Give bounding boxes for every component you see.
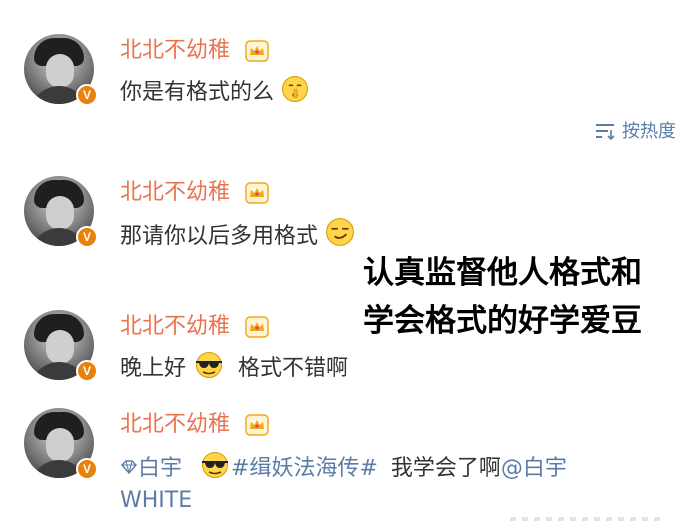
- author-name[interactable]: 北北不幼稚: [120, 314, 230, 340]
- crown-badge-icon: [245, 182, 269, 204]
- author-name[interactable]: 北北不幼稚: [120, 180, 230, 206]
- mention-link-2-continued[interactable]: WHITE: [120, 487, 192, 515]
- loading-divider: [510, 517, 660, 521]
- author-name[interactable]: 北北不幼稚: [120, 38, 230, 64]
- mention-link[interactable]: 白宇: [138, 456, 182, 481]
- crown-badge-icon: [245, 40, 269, 62]
- comment-text: 白宇 #缉妖法海传# 我学会了啊@白宇: [120, 451, 567, 483]
- verified-v-icon: V: [76, 84, 98, 106]
- crown-badge-icon: [245, 316, 269, 338]
- mention-link-2[interactable]: @白宇: [501, 456, 567, 481]
- comment-text: 晚上好 格式不错啊: [120, 351, 348, 383]
- comment-body: 那请你以后多用格式: [120, 224, 319, 249]
- author-name[interactable]: 北北不幼稚: [120, 412, 230, 438]
- comment-text: 那请你以后多用格式: [120, 217, 355, 251]
- sunglasses-face-emoji: [196, 352, 223, 378]
- overlay-caption-line2: 学会格式的好学爱豆: [363, 303, 642, 339]
- comment-body: 我学会了啊: [390, 456, 501, 481]
- comment-body-part2: 格式不错啊: [238, 356, 349, 381]
- verified-v-icon: V: [76, 458, 98, 480]
- comment-text: 你是有格式的么: [120, 75, 309, 107]
- sunglasses-face-emoji: [202, 452, 229, 478]
- hashtag-link[interactable]: #缉妖法海传#: [231, 456, 378, 481]
- crown-badge-icon: [245, 414, 269, 436]
- overlay-caption-line1: 认真监督他人格式和: [363, 255, 642, 291]
- sort-label: 按热度: [622, 121, 676, 142]
- verified-v-icon: V: [76, 360, 98, 382]
- sort-by-heat-icon: [596, 124, 615, 141]
- smirking-face-emoji: [326, 218, 354, 246]
- sort-by-heat-button[interactable]: 按热度: [594, 120, 676, 144]
- verified-v-icon: V: [76, 226, 98, 248]
- diamond-icon: [121, 460, 137, 475]
- comment-body: 你是有格式的么: [120, 80, 275, 105]
- shushing-face-emoji: [282, 76, 309, 102]
- comment-body-part1: 晚上好: [120, 356, 187, 381]
